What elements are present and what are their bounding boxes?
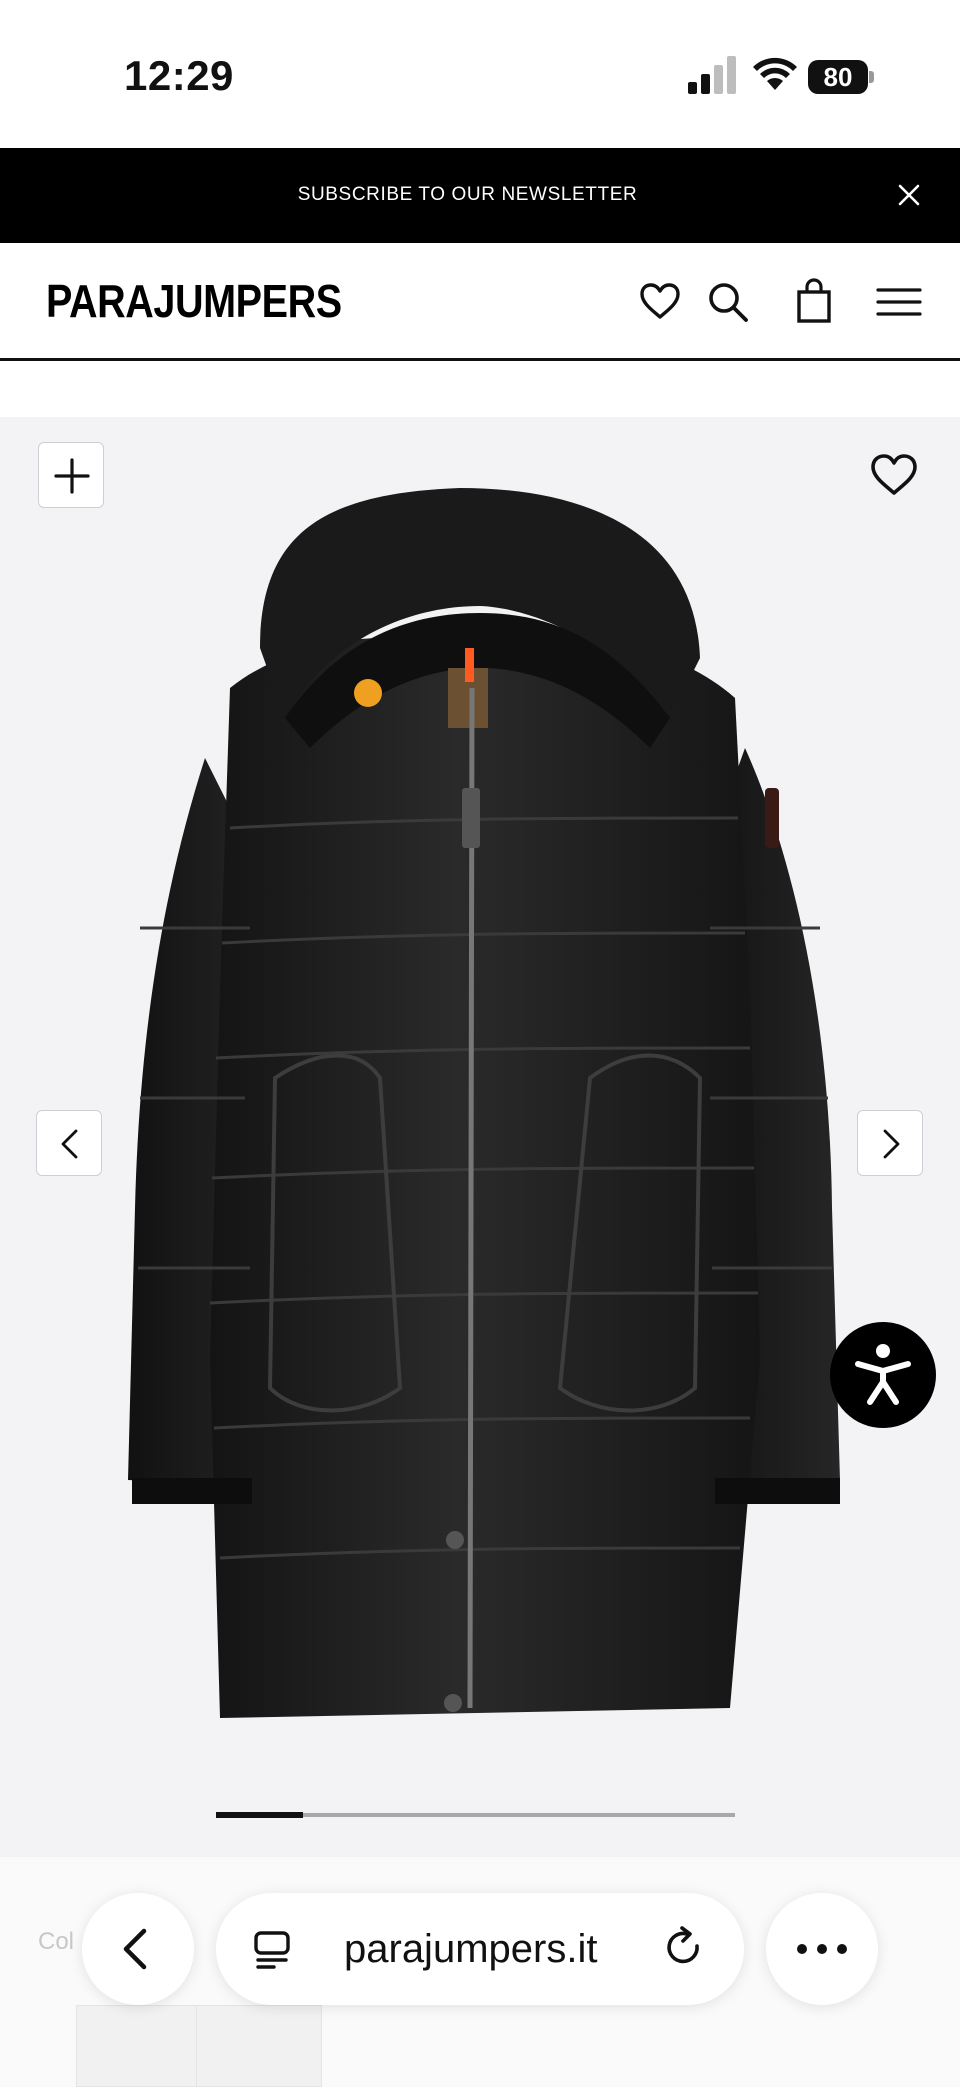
zoom-button[interactable]: [38, 442, 104, 508]
chevron-left-icon: [123, 1928, 147, 1970]
more-icon: [797, 1944, 847, 1954]
color-thumbnail[interactable]: [196, 2005, 322, 2087]
prev-image-button[interactable]: [36, 1110, 102, 1176]
address-bar[interactable]: parajumpers.it: [216, 1893, 744, 2005]
battery-level: 80: [808, 60, 868, 94]
browser-more-button[interactable]: [766, 1893, 878, 2005]
newsletter-banner[interactable]: SUBSCRIBE TO OUR NEWSLETTER: [0, 148, 960, 243]
browser-back-button[interactable]: [82, 1893, 194, 2005]
menu-icon[interactable]: [874, 278, 924, 326]
next-image-button[interactable]: [857, 1110, 923, 1176]
chevron-left-icon: [61, 1129, 78, 1159]
gallery-progress-fill: [216, 1812, 303, 1818]
wishlist-heart-icon[interactable]: [868, 450, 920, 498]
brand-logo[interactable]: PARAJUMPERS: [46, 274, 342, 328]
bag-icon[interactable]: [790, 278, 838, 326]
colour-label: Col: [38, 1928, 75, 1955]
close-icon[interactable]: [892, 178, 926, 212]
chevron-right-icon: [883, 1129, 900, 1159]
heart-icon[interactable]: [636, 278, 684, 326]
site-header: PARAJUMPERS: [0, 243, 960, 361]
search-icon[interactable]: [704, 278, 752, 326]
accessibility-button[interactable]: [830, 1322, 936, 1428]
plus-icon: [54, 458, 90, 494]
newsletter-text[interactable]: SUBSCRIBE TO OUR NEWSLETTER: [0, 184, 935, 206]
accessibility-icon: [855, 1344, 911, 1405]
status-bar: 12:29 80: [0, 0, 960, 148]
reload-icon[interactable]: [660, 1923, 708, 1973]
color-thumbnail[interactable]: [76, 2005, 202, 2087]
wifi-icon: [753, 57, 797, 90]
tabs-icon[interactable]: [250, 1927, 294, 1971]
signal-icon: [688, 56, 736, 94]
product-image[interactable]: [110, 488, 850, 1736]
url-text[interactable]: parajumpers.it: [344, 1927, 597, 1972]
status-time: 12:29: [124, 52, 234, 99]
battery-icon: 80: [808, 60, 874, 94]
